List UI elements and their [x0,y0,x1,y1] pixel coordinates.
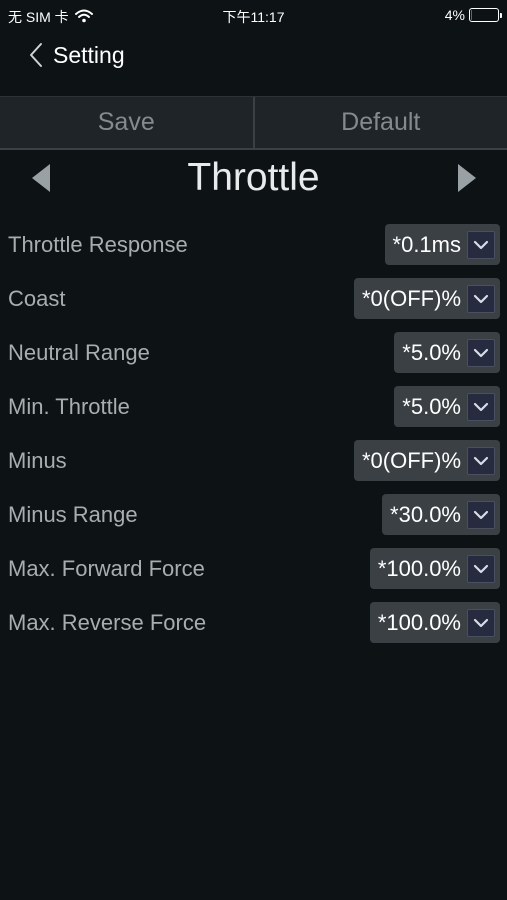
setting-value: *0(OFF)% [362,447,461,473]
section-header: Throttle [0,152,507,204]
setting-row: Coast *0(OFF)% [0,272,507,326]
chevron-down-icon [467,500,495,529]
setting-dropdown[interactable]: *5.0% [394,386,500,427]
status-time: 下午11:17 [222,9,285,25]
status-right: 4% [444,7,502,23]
setting-value: *100.0% [377,555,461,581]
setting-label: Max. Forward Force [8,556,205,581]
setting-label: Minus Range [8,502,138,527]
setting-row: Minus *0(OFF)% [0,434,507,488]
battery-percent: 4% [444,7,465,23]
battery-level [471,10,472,20]
chevron-down-icon [467,446,495,475]
chevron-down-icon [467,392,495,421]
setting-value: *100.0% [377,609,461,635]
setting-row: Min. Throttle *5.0% [0,380,507,434]
page-title: Setting [53,42,125,68]
setting-value: *0(OFF)% [362,285,461,311]
setting-label: Throttle Response [8,232,188,257]
chevron-down-icon [467,554,495,583]
chevron-down-icon [467,338,495,367]
nav-bar: Setting [0,30,507,92]
settings-list: Throttle Response *0.1ms Coast *0(OFF)% … [0,218,507,650]
setting-value: *5.0% [402,393,461,419]
chevron-left-icon [28,43,44,72]
chevron-down-icon [467,284,495,313]
setting-row: Throttle Response *0.1ms [0,218,507,272]
setting-value: *0.1ms [392,231,461,257]
battery-icon [469,8,502,22]
setting-dropdown[interactable]: *0.1ms [384,224,500,265]
action-bar: Save Default [0,96,507,150]
triangle-right-icon[interactable] [458,164,476,192]
setting-value: *30.0% [390,501,461,527]
default-button[interactable]: Default [255,97,507,148]
setting-row: Neutral Range *5.0% [0,326,507,380]
setting-label: Coast [8,286,66,311]
status-bar: 无 SIM 卡 下午11:17 4% [0,0,507,30]
save-button[interactable]: Save [0,97,253,148]
back-button[interactable] [28,42,48,70]
setting-label: Max. Reverse Force [8,610,207,635]
setting-dropdown[interactable]: *5.0% [394,332,500,373]
chevron-down-icon [467,608,495,637]
setting-row: Minus Range *30.0% [0,488,507,542]
setting-row: Max. Forward Force *100.0% [0,542,507,596]
setting-label: Neutral Range [8,340,150,365]
setting-dropdown[interactable]: *100.0% [369,548,500,589]
setting-dropdown[interactable]: *30.0% [382,494,500,535]
setting-label: Minus [8,448,67,473]
setting-value: *5.0% [402,339,461,365]
setting-dropdown[interactable]: *0(OFF)% [354,440,500,481]
setting-label: Min. Throttle [8,394,130,419]
setting-row: Max. Reverse Force *100.0% [0,596,507,650]
setting-dropdown[interactable]: *100.0% [369,602,500,643]
setting-dropdown[interactable]: *0(OFF)% [354,278,500,319]
chevron-down-icon [467,230,495,259]
section-title: Throttle [187,156,320,199]
